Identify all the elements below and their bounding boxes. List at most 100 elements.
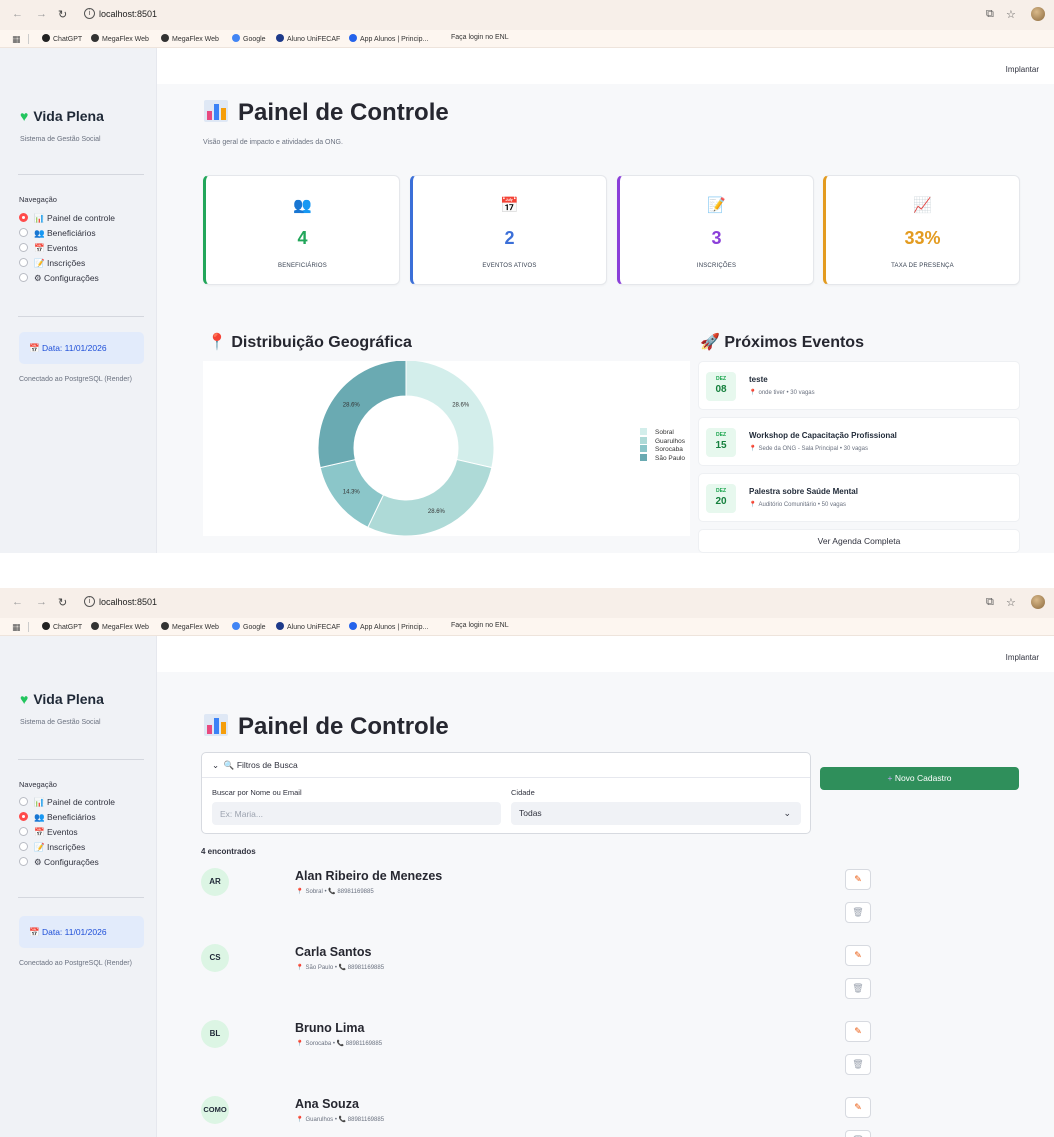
address-bar[interactable] bbox=[79, 595, 959, 612]
sidebar-item-beneficiarios[interactable]: 👥 Beneficiários bbox=[19, 812, 96, 823]
radio[interactable] bbox=[19, 842, 28, 851]
delete-button[interactable]: 🗑 bbox=[845, 1130, 871, 1137]
deploy-button[interactable]: Implantar bbox=[1006, 653, 1039, 662]
legend-item-guarulhos[interactable]: Guarulhos bbox=[640, 436, 685, 446]
main-content: Implantar Painel de Controle ⌄ 🔍 Filtros… bbox=[157, 636, 1054, 1137]
search-label: Buscar por Nome ou Email bbox=[212, 788, 302, 797]
sidebar-item-painel[interactable]: 📊 Painel de controle bbox=[19, 213, 115, 224]
forward-icon[interactable]: → bbox=[36, 596, 47, 608]
event-card[interactable]: DEZ 08 teste 📍 onde tiver • 30 vagas bbox=[698, 361, 1020, 410]
radio[interactable] bbox=[19, 243, 28, 252]
sidebar-item-beneficiarios[interactable]: 👥 Beneficiários bbox=[19, 228, 96, 239]
reload-icon[interactable]: ↻ bbox=[58, 596, 67, 609]
radio[interactable] bbox=[19, 273, 28, 282]
legend-item-sobral[interactable]: Sobral bbox=[640, 428, 685, 437]
delete-button[interactable]: 🗑 bbox=[845, 1054, 871, 1075]
chatgpt-icon bbox=[42, 34, 50, 42]
profile-avatar[interactable] bbox=[1031, 7, 1045, 21]
edit-button[interactable]: ✎ bbox=[845, 1021, 871, 1042]
edit-button[interactable]: ✎ bbox=[845, 945, 871, 966]
sidebar: ♥ Vida Plena Sistema de Gestão Social Nav… bbox=[0, 636, 157, 1137]
star-icon[interactable]: ☆ bbox=[1006, 8, 1016, 21]
app-topbar: Implantar bbox=[157, 48, 1054, 84]
chart-up-icon: 📈 bbox=[913, 197, 932, 214]
geo-title: 📍 Distribuição Geográfica bbox=[207, 334, 412, 351]
sidebar-item-inscricoes[interactable]: 📝 Inscrições bbox=[19, 842, 85, 853]
bookmark-google[interactable]: Google bbox=[232, 622, 266, 631]
donut-slice-3[interactable] bbox=[317, 359, 407, 469]
legend-swatch bbox=[640, 436, 647, 444]
translate-icon[interactable]: ⧉ bbox=[986, 596, 994, 609]
bookmark-app-alunos[interactable]: App Alunos | Princip... bbox=[349, 34, 428, 43]
radio[interactable] bbox=[19, 797, 28, 806]
bookmark-megaflex-2[interactable]: MegaFlex Web bbox=[161, 622, 219, 631]
apps-grid-icon[interactable]: ▦ bbox=[12, 622, 21, 633]
sidebar-item-configuracoes[interactable]: ⚙ Configurações bbox=[19, 273, 99, 284]
sidebar-item-painel[interactable]: 📊 Painel de controle bbox=[19, 797, 115, 808]
gear-icon: ⚙ bbox=[34, 273, 42, 283]
event-card[interactable]: DEZ 20 Palestra sobre Saúde Mental 📍 Audit… bbox=[698, 473, 1020, 522]
address-bar[interactable] bbox=[79, 7, 959, 24]
sidebar-item-eventos[interactable]: 📅 Eventos bbox=[19, 827, 78, 838]
bookmark-chatgpt[interactable]: ChatGPT bbox=[42, 622, 82, 631]
info-icon[interactable]: i bbox=[84, 8, 95, 19]
legend-item-sao-paulo[interactable]: São Paulo bbox=[640, 453, 685, 463]
bookmark-enl[interactable]: Faça login no ENL bbox=[451, 622, 509, 629]
radio[interactable] bbox=[19, 228, 28, 237]
donut-slice-label-3: 28.6% bbox=[343, 402, 361, 408]
search-input[interactable] bbox=[212, 802, 501, 825]
card-beneficiarios: 👥 4 BENEFICIÁRIOS bbox=[203, 175, 400, 285]
radio[interactable] bbox=[19, 857, 28, 866]
bookmark-megaflex-1[interactable]: MegaFlex Web bbox=[91, 622, 149, 631]
sidebar-item-inscricoes[interactable]: 📝 Inscrições bbox=[19, 258, 85, 269]
city-select[interactable]: Todas ⌄ bbox=[511, 802, 801, 825]
back-icon[interactable]: ← bbox=[12, 8, 23, 20]
chart-legend: Sobral Guarulhos Sorocaba São Paulo bbox=[640, 428, 685, 462]
bookmark-google[interactable]: Google bbox=[232, 34, 266, 43]
gear-icon: ⚙ bbox=[34, 857, 42, 867]
delete-button[interactable]: 🗑 bbox=[845, 978, 871, 999]
event-meta: 📍 Sede da ONG - Sala Principal • 30 vagas bbox=[749, 446, 868, 452]
pencil-icon: ✎ bbox=[854, 874, 862, 884]
sidebar-divider bbox=[18, 759, 144, 760]
event-card[interactable]: DEZ 15 Workshop de Capacitação Profission… bbox=[698, 417, 1020, 466]
apps-grid-icon[interactable]: ▦ bbox=[12, 34, 21, 45]
radio[interactable] bbox=[19, 258, 28, 267]
radio-selected[interactable] bbox=[19, 213, 28, 222]
megaflex-icon bbox=[91, 622, 99, 630]
star-icon[interactable]: ☆ bbox=[1006, 596, 1016, 609]
donut-chart: 28.6% 28.6% 14.3% 28.6% bbox=[317, 359, 495, 537]
forward-icon[interactable]: → bbox=[36, 8, 47, 20]
delete-button[interactable]: 🗑 bbox=[845, 902, 871, 923]
legend-item-sorocaba[interactable]: Sorocaba bbox=[640, 445, 685, 454]
brand: ♥ Vida Plena bbox=[20, 691, 104, 707]
radio-selected[interactable] bbox=[19, 812, 28, 821]
back-icon[interactable]: ← bbox=[12, 596, 23, 608]
bookmark-unifecaf[interactable]: Aluno UniFECAF bbox=[276, 622, 340, 631]
card-label: TAXA DE PRESENÇA bbox=[891, 263, 954, 269]
edit-button[interactable]: ✎ bbox=[845, 869, 871, 890]
agenda-button[interactable]: Ver Agenda Completa bbox=[698, 529, 1020, 553]
edit-button[interactable]: ✎ bbox=[845, 1097, 871, 1118]
bookmark-unifecaf[interactable]: Aluno UniFECAF bbox=[276, 34, 340, 43]
radio[interactable] bbox=[19, 827, 28, 836]
donut-slice-0[interactable] bbox=[405, 359, 495, 469]
bookmark-megaflex-1[interactable]: MegaFlex Web bbox=[91, 34, 149, 43]
deploy-button[interactable]: Implantar bbox=[1006, 65, 1039, 74]
info-icon[interactable]: i bbox=[84, 596, 95, 607]
donut-slice-1[interactable] bbox=[367, 458, 493, 537]
new-record-button[interactable]: + Novo Cadastro bbox=[820, 767, 1019, 790]
nav-title: Navegação bbox=[19, 780, 57, 789]
filter-header[interactable]: ⌄ 🔍 Filtros de Busca bbox=[212, 760, 298, 771]
bookmark-chatgpt[interactable]: ChatGPT bbox=[42, 34, 82, 43]
bookmark-enl[interactable]: Faça login no ENL bbox=[451, 34, 509, 41]
sidebar-item-eventos[interactable]: 📅 Eventos bbox=[19, 243, 78, 254]
translate-icon[interactable]: ⧉ bbox=[986, 8, 994, 21]
card-value: 2 bbox=[504, 228, 515, 248]
sidebar-item-configuracoes[interactable]: ⚙ Configurações bbox=[19, 857, 99, 868]
profile-avatar[interactable] bbox=[1031, 595, 1045, 609]
chevron-down-icon: ⌄ bbox=[212, 760, 220, 770]
bookmark-app-alunos[interactable]: App Alunos | Princip... bbox=[349, 622, 428, 631]
reload-icon[interactable]: ↻ bbox=[58, 8, 67, 21]
bookmark-megaflex-2[interactable]: MegaFlex Web bbox=[161, 34, 219, 43]
